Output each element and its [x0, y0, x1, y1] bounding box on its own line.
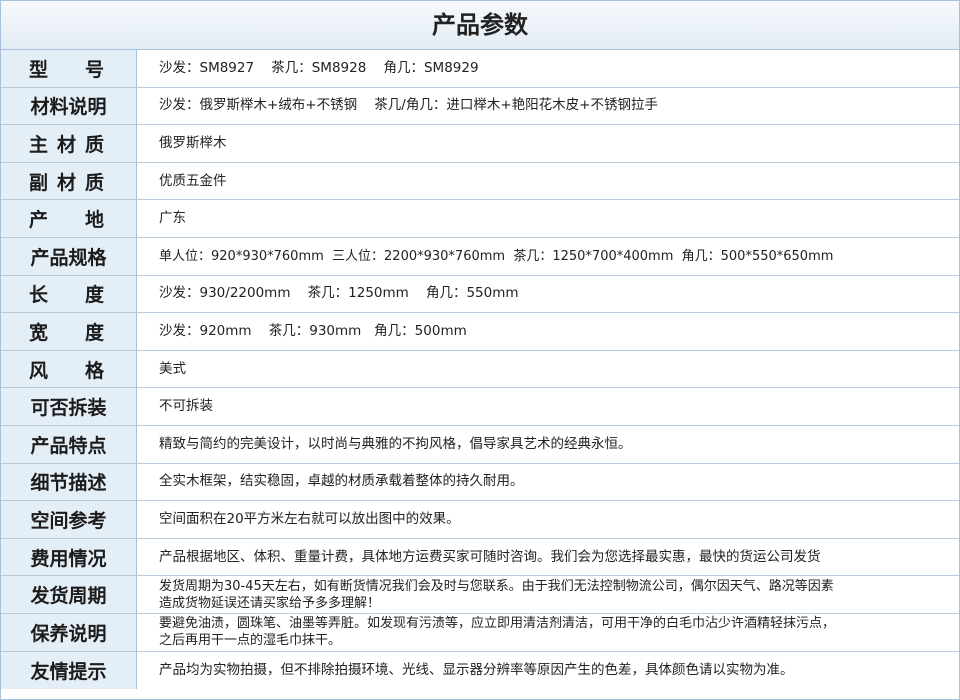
table-row: 主材质 俄罗斯榉木: [1, 125, 959, 163]
row-value: 广东: [159, 210, 186, 227]
row-value: 俄罗斯榉木: [159, 134, 227, 151]
table-title: 产品参数: [1, 1, 959, 50]
row-value: 产品根据地区、体积、重量计费，具体地方运费买家可随时咨询。我们会为您选择最实惠，…: [159, 548, 821, 565]
table-row: 长度 沙发：930/2200mm 茶几：1250mm 角几：550mm: [1, 275, 959, 314]
table-row: 保养说明 要避免油渍，圆珠笔、油墨等弄脏。如发现有污渍等，应立即用清洁剂清洁，可用…: [1, 613, 959, 652]
table-row: 副材质 优质五金件: [1, 162, 959, 201]
row-value: 全实木框架，结实稳固，卓越的材质承载着整体的持久耐用。: [159, 473, 524, 490]
row-value: 沙发：俄罗斯榉木+绒布+不锈钢 茶几/角几：进口榉木+艳阳花木皮+不锈钢拉手: [159, 97, 658, 114]
table-row: 材料说明 沙发：俄罗斯榉木+绒布+不锈钢 茶几/角几：进口榉木+艳阳花木皮+不锈钢…: [1, 87, 959, 126]
row-label: 主材质: [1, 125, 137, 162]
row-label: 可否拆装: [1, 388, 137, 425]
parameter-rows: 型号 沙发：SM8927 茶几：SM8928 角几：SM8929 材料说明 沙发：俄罗…: [1, 50, 959, 690]
row-label: 保养说明: [1, 613, 137, 651]
row-label: 友情提示: [1, 651, 137, 690]
row-label: 宽度: [1, 313, 137, 350]
row-value: 沙发：SM8927 茶几：SM8928 角几：SM8929: [159, 59, 479, 76]
table-row: 友情提示 产品均为实物拍摄，但不排除拍摄环境、光线、显示器分辨率等原因产生的色差，…: [1, 651, 959, 690]
row-value: 沙发：920mm 茶几：930mm 角几：500mm: [159, 322, 467, 339]
table-row: 空间参考 空间面积在20平方米左右就可以放出图中的效果。: [1, 501, 959, 539]
row-label: 细节描述: [1, 463, 137, 501]
row-value: 美式: [159, 360, 186, 377]
product-parameters-table: 产品参数 型号 沙发：SM8927 茶几：SM8928 角几：SM8929 材料说明…: [0, 0, 960, 700]
row-label: 费用情况: [1, 538, 137, 576]
row-value: 精致与简约的完美设计，以时尚与典雅的不拘风格，倡导家具艺术的经典永恒。: [159, 435, 632, 452]
table-row: 产品规格 单人位：920*930*760mm 三人位：2200*930*760mm…: [1, 237, 959, 276]
row-value: 空间面积在20平方米左右就可以放出图中的效果。: [159, 510, 460, 527]
table-row: 风格 美式: [1, 350, 959, 389]
table-row: 产品特点 精致与简约的完美设计，以时尚与典雅的不拘风格，倡导家具艺术的经典永恒。: [1, 425, 959, 464]
table-row: 发货周期 发货周期为30-45天左右，如有断货情况我们会及时与您联系。由于我们无法…: [1, 576, 959, 614]
row-value: 产品均为实物拍摄，但不排除拍摄环境、光线、显示器分辨率等原因产生的色差，具体颜色…: [159, 661, 794, 678]
row-value: 单人位：920*930*760mm 三人位：2200*930*760mm 茶几：…: [159, 248, 834, 264]
row-value: 沙发：930/2200mm 茶几：1250mm 角几：550mm: [159, 285, 519, 302]
table-row: 型号 沙发：SM8927 茶几：SM8928 角几：SM8929: [1, 50, 959, 88]
row-label: 材料说明: [1, 87, 137, 125]
row-label: 产品规格: [1, 237, 137, 275]
row-value: 优质五金件: [159, 172, 227, 189]
table-row: 可否拆装 不可拆装: [1, 388, 959, 426]
row-label: 空间参考: [1, 501, 137, 538]
row-label: 副材质: [1, 162, 137, 200]
table-row: 产地 广东: [1, 200, 959, 238]
row-label: 型号: [1, 50, 137, 87]
row-label: 发货周期: [1, 576, 137, 613]
table-row: 宽度 沙发：920mm 茶几：930mm 角几：500mm: [1, 313, 959, 351]
row-value: 要避免油渍，圆珠笔、油墨等弄脏。如发现有污渍等，应立即用清洁剂清洁，可用干净的白…: [159, 616, 836, 649]
table-row: 细节描述 全实木框架，结实稳固，卓越的材质承载着整体的持久耐用。: [1, 463, 959, 502]
row-label: 长度: [1, 275, 137, 313]
row-value: 不可拆装: [159, 398, 213, 415]
table-row: 费用情况 产品根据地区、体积、重量计费，具体地方运费买家可随时咨询。我们会为您选择…: [1, 538, 959, 577]
row-label: 风格: [1, 350, 137, 388]
row-label: 产品特点: [1, 425, 137, 463]
row-value: 发货周期为30-45天左右，如有断货情况我们会及时与您联系。由于我们无法控制物流…: [159, 578, 834, 611]
row-label: 产地: [1, 200, 137, 237]
